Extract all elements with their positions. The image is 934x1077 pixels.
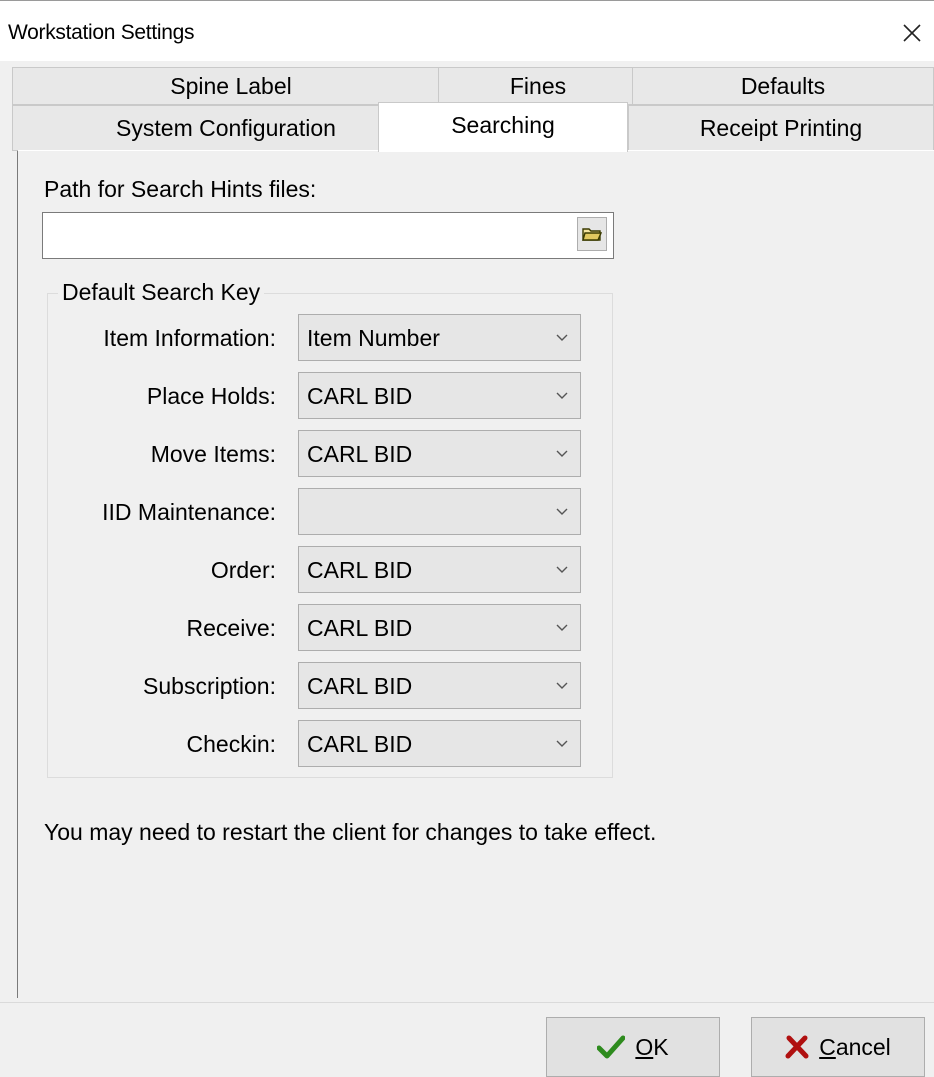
cancel-accelerator: C [819,1033,836,1060]
search-key-label: IID Maintenance: [102,499,276,525]
ok-label-rest: K [653,1033,669,1060]
group-title: Default Search Key [58,279,265,306]
search-key-label: Subscription: [143,673,276,699]
search-key-dropdown[interactable]: CARL BID [298,546,581,593]
search-key-dropdown[interactable]: CARL BID [298,720,581,767]
ok-label: OK [635,1034,668,1061]
search-key-dropdown[interactable]: Item Number [298,314,581,361]
close-button[interactable] [894,15,930,51]
restart-notice: You may need to restart the client for c… [44,819,657,845]
search-key-label: Receive: [186,615,276,641]
search-key-label: Checkin: [186,731,276,757]
dropdown-value: CARL BID [307,673,413,699]
browse-button[interactable] [577,217,607,251]
search-hints-label: Path for Search Hints files: [44,176,317,202]
chevron-down-icon [556,450,568,457]
tab-label: Searching [451,112,555,138]
window-title: Workstation Settings [8,21,195,44]
search-key-label: Item Information: [103,325,276,351]
dropdown-value: Item Number [307,325,440,351]
search-key-dropdown[interactable]: CARL BID [298,372,581,419]
chevron-down-icon [556,508,568,515]
chevron-down-icon [556,624,568,631]
search-key-label: Place Holds: [146,383,276,409]
tab-label: System Configuration [116,114,336,141]
tab-fines[interactable]: Fines [438,67,638,105]
title-bar: Workstation Settings [0,0,934,61]
search-hints-path-input[interactable] [42,212,614,259]
search-key-label: Move Items: [150,441,276,467]
chevron-down-icon [556,566,568,573]
chevron-down-icon [556,740,568,747]
tab-system-configuration[interactable]: System Configuration [12,105,440,151]
x-icon [785,1035,809,1059]
cancel-label-rest: ancel [835,1033,891,1060]
search-key-dropdown[interactable]: CARL BID [298,662,581,709]
ok-accelerator: O [635,1033,654,1060]
search-key-dropdown[interactable] [298,488,581,535]
cancel-button[interactable]: Cancel [751,1017,925,1077]
tab-label: Defaults [740,72,826,99]
chevron-down-icon [556,334,568,341]
cancel-label: Cancel [819,1034,891,1061]
dropdown-value: CARL BID [307,441,413,467]
dropdown-value: CARL BID [307,615,413,641]
search-key-dropdown[interactable]: CARL BID [298,604,581,651]
divider [0,1002,934,1003]
close-icon [903,24,921,42]
tab-searching[interactable]: Searching [378,102,628,152]
tab-receipt-printing[interactable]: Receipt Printing [628,105,934,151]
tab-defaults[interactable]: Defaults [632,67,934,105]
tab-label: Spine Label [170,72,292,99]
dropdown-value: CARL BID [307,557,413,583]
checkmark-icon [597,1035,626,1059]
ok-button[interactable]: OK [546,1017,720,1077]
search-key-label: Order: [210,557,276,583]
tab-spine-label[interactable]: Spine Label [12,67,450,105]
tab-label: Fines [509,72,567,99]
dropdown-value: CARL BID [307,731,413,757]
search-key-dropdown[interactable]: CARL BID [298,430,581,477]
folder-icon [582,228,602,241]
tab-label: Receipt Printing [699,114,863,141]
chevron-down-icon [556,682,568,689]
chevron-down-icon [556,392,568,399]
dropdown-value: CARL BID [307,383,413,409]
